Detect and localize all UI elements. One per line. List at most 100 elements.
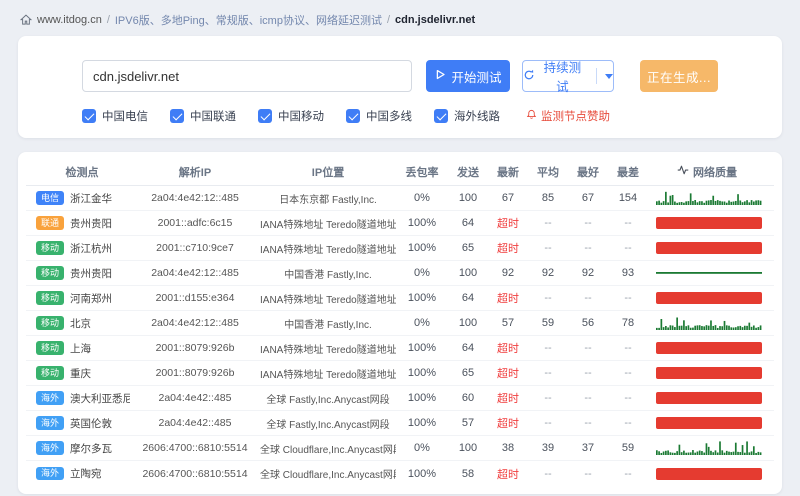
table-body: 电信 浙江金华 2a04:4e42:12::485 日本东京都 Fastly,Inc.… [26, 186, 774, 486]
checkbox-checked-icon [346, 109, 360, 123]
cell-average: -- [544, 242, 552, 254]
cell-worst: 59 [621, 442, 635, 454]
cell-sent: 64 [461, 292, 475, 304]
cell-best: 67 [581, 192, 595, 204]
header-loss: 丢包率 [405, 166, 439, 179]
cell-average: 39 [541, 442, 555, 454]
cell-ip-location: IANA特殊地址 Teredo隧道地址 [260, 369, 396, 381]
header-ip-loc: IP位置 [311, 166, 345, 179]
cell-ip-location: 全球 Cloudflare,Inc.Anycast网段 [260, 444, 396, 456]
cell-latest: 超时 [497, 418, 519, 430]
cell-resolved-ip: 2a04:4e42::485 [158, 417, 232, 429]
filter-china-telecom[interactable]: 中国电信 [82, 108, 148, 124]
isp-badge: 电信 [36, 191, 65, 205]
table-row: 海外 立陶宛 2606:4700::6810:5514 全球 Cloudflare,I… [26, 461, 774, 486]
table-header-row: 检测点 解析IP IP位置 丢包率 发送 最新 平均 最好 最差 网络质量 [26, 158, 774, 186]
cell-worst: 154 [618, 192, 638, 204]
filter-china-mobile[interactable]: 中国移动 [258, 108, 324, 124]
cell-resolved-ip: 2001::d155:e364 [155, 292, 235, 304]
isp-badge: 移动 [36, 266, 65, 280]
cell-node: 海外 澳大利亚悉尼 [34, 391, 130, 406]
continuous-dropdown[interactable] [596, 68, 614, 84]
cell-resolved-ip: 2001::8079:926b [155, 342, 235, 354]
cell-loss-rate: 0% [414, 267, 430, 279]
header-ip: 解析IP [178, 166, 212, 179]
cell-worst: 78 [621, 317, 635, 329]
cell-network-quality [648, 467, 766, 480]
cell-network-quality [648, 217, 766, 229]
filter-overseas[interactable]: 海外线路 [434, 108, 500, 124]
cell-latest: 92 [501, 267, 515, 279]
start-test-label: 开始测试 [451, 70, 502, 85]
cell-average: 85 [541, 192, 555, 204]
cell-average: -- [544, 367, 552, 379]
node-location: 贵州贵阳 [70, 217, 113, 230]
node-location: 浙江杭州 [70, 242, 113, 255]
sponsor-link[interactable]: 监测节点赞助 [526, 108, 610, 124]
table-row: 海外 英国伦敦 2a04:4e42::485 全球 Fastly,Inc.Anycas… [26, 411, 774, 436]
start-test-button[interactable]: 开始测试 [426, 60, 510, 92]
cell-best: -- [584, 342, 592, 354]
generating-button[interactable]: 正在生成... [640, 60, 718, 92]
cell-loss-rate: 100% [407, 342, 437, 354]
filter-label: 中国联通 [190, 111, 236, 123]
cell-network-quality [648, 392, 766, 404]
play-icon [435, 69, 446, 83]
isp-badge: 海外 [36, 466, 65, 481]
cell-sent: 64 [461, 342, 475, 354]
timeout-bar [656, 367, 762, 379]
bell-icon [526, 109, 537, 123]
cell-sent: 65 [461, 367, 475, 379]
breadcrumb-section[interactable]: IPV6版、多地Ping、常规版、icmp协议、网络延迟测试 [115, 12, 382, 28]
cell-sent: 60 [461, 392, 475, 404]
node-location: 摩尔多瓦 [70, 442, 113, 455]
header-latest: 最新 [497, 166, 519, 179]
breadcrumb-separator: / [106, 14, 110, 26]
header-sent: 发送 [457, 166, 479, 179]
node-location: 浙江金华 [70, 192, 113, 205]
page: www.itdog.cn / IPV6版、多地Ping、常规版、icmp协议、网… [0, 0, 800, 494]
filter-label: 中国移动 [278, 111, 324, 123]
cell-latest: 超时 [497, 293, 519, 305]
timeout-bar [656, 292, 762, 304]
cell-loss-rate: 100% [407, 217, 437, 229]
node-location: 北京 [70, 317, 92, 330]
host-input[interactable] [82, 60, 413, 92]
cell-best: -- [584, 242, 592, 254]
filter-china-unicom[interactable]: 中国联通 [170, 108, 236, 124]
isp-badge: 海外 [36, 416, 65, 430]
cell-best: -- [584, 392, 592, 404]
cell-loss-rate: 100% [407, 392, 437, 404]
header-quality: 网络质量 [648, 164, 766, 180]
cell-best: -- [584, 367, 592, 379]
cell-ip-location: IANA特殊地址 Teredo隧道地址 [260, 244, 396, 256]
cell-best: -- [584, 467, 592, 480]
cell-node: 海外 立陶宛 [34, 466, 130, 481]
isp-badge: 移动 [36, 241, 65, 255]
breadcrumb-site[interactable]: www.itdog.cn [37, 14, 102, 26]
cell-network-quality [648, 266, 766, 280]
cell-average: 59 [541, 317, 555, 329]
table-row: 移动 上海 2001::8079:926b IANA特殊地址 Teredo隧道地址 10… [26, 336, 774, 361]
cell-best: 37 [581, 442, 595, 454]
breadcrumb-target: cdn.jsdelivr.net [395, 14, 476, 26]
checkbox-checked-icon [170, 109, 184, 123]
cell-loss-rate: 100% [407, 292, 437, 304]
cell-network-quality [648, 292, 766, 304]
cell-resolved-ip: 2606:4700::6810:5514 [142, 467, 248, 480]
header-node: 检测点 [65, 166, 99, 179]
cell-worst: -- [624, 242, 632, 254]
header-quality-label: 网络质量 [693, 166, 737, 179]
cell-loss-rate: 0% [414, 317, 430, 329]
continuous-test-button[interactable]: 持续测试 [521, 60, 615, 94]
cell-best: -- [584, 292, 592, 304]
cell-resolved-ip: 2a04:4e42:12::485 [151, 267, 239, 279]
cell-average: -- [544, 392, 552, 404]
filter-china-multiline[interactable]: 中国多线 [346, 108, 412, 124]
table-row: 海外 澳大利亚悉尼 2a04:4e42::485 全球 Fastly,Inc.Anyc… [26, 386, 774, 411]
cell-ip-location: IANA特殊地址 Teredo隧道地址 [260, 294, 396, 306]
refresh-icon [523, 69, 535, 84]
cell-worst: -- [624, 342, 632, 354]
cell-sent: 64 [461, 217, 475, 229]
cell-sent: 100 [458, 442, 478, 454]
